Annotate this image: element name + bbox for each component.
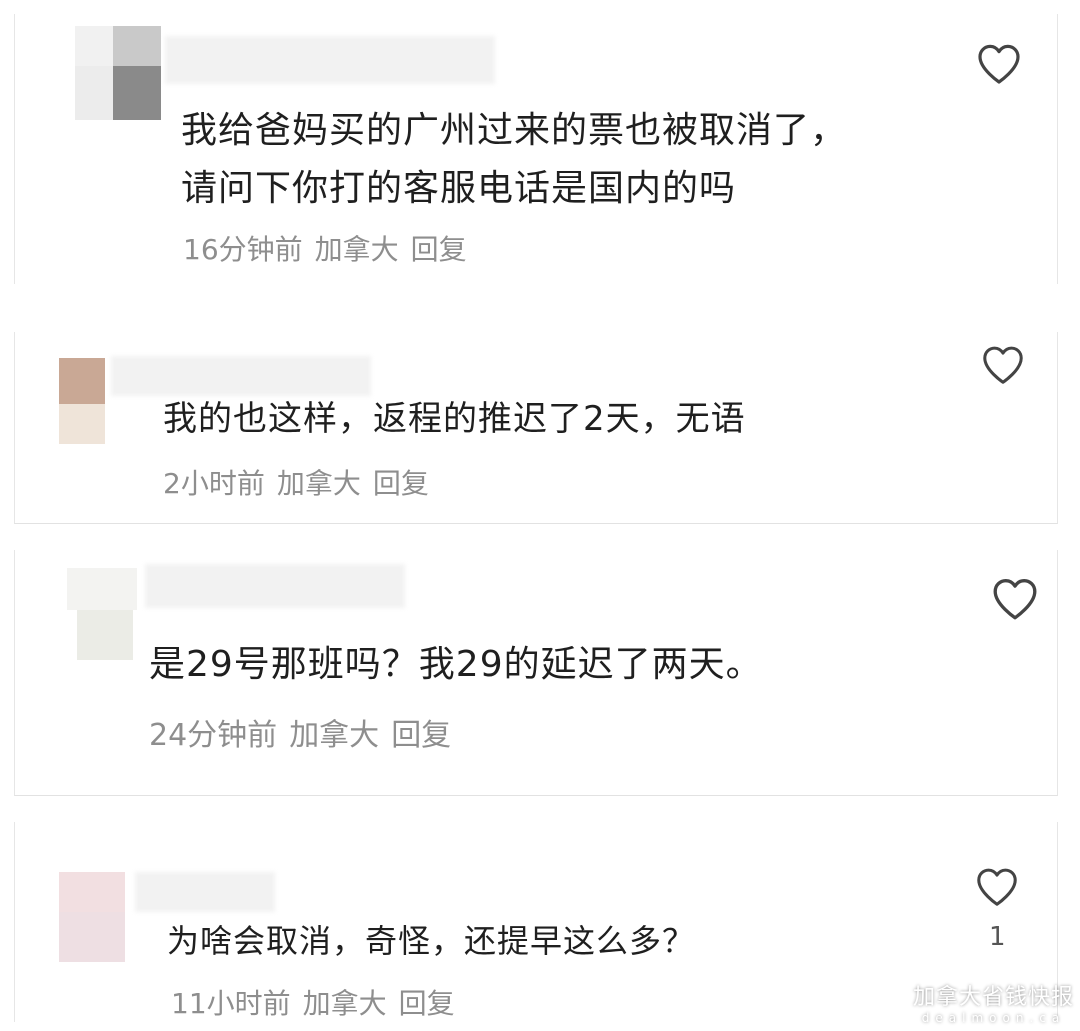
comment-text: 是29号那班吗？我29的延迟了两天。 — [149, 644, 763, 685]
watermark: 加拿大省钱快报 dealmoon.ca — [913, 979, 1074, 1025]
username-blurred[interactable] — [111, 356, 371, 396]
heart-icon[interactable] — [974, 40, 1024, 88]
reply-button[interactable]: 回复 — [391, 718, 451, 753]
comment-meta: 11小时前 加拿大 回复 — [171, 982, 467, 1022]
reply-button[interactable]: 回复 — [373, 467, 429, 500]
comment-card: 我的也这样，返程的推迟了2天，无语 2小时前 加拿大 回复 — [14, 332, 1058, 524]
watermark-sub: dealmoon.ca — [921, 1011, 1066, 1025]
comment-text: 我的也这样，返程的推迟了2天，无语 — [163, 399, 746, 439]
username-blurred[interactable] — [145, 564, 405, 608]
username-blurred[interactable] — [165, 36, 495, 84]
watermark-main: 加拿大省钱快报 — [912, 985, 1074, 1010]
username-blurred[interactable] — [135, 872, 275, 912]
comment-time: 11小时前 — [171, 987, 291, 1020]
comment-location: 加拿大 — [276, 467, 361, 500]
comment-time: 2小时前 — [163, 467, 265, 500]
reply-button[interactable]: 回复 — [399, 987, 455, 1020]
heart-icon[interactable] — [979, 342, 1027, 388]
comment-time: 24分钟前 — [149, 718, 278, 753]
avatar[interactable] — [59, 872, 125, 962]
heart-icon[interactable] — [989, 574, 1041, 624]
like-count: 1 — [989, 922, 1006, 952]
avatar[interactable] — [67, 568, 137, 660]
comment-card: 为啥会取消，奇怪，还提早这么多？ 11小时前 加拿大 回复 1 — [14, 822, 1058, 1022]
avatar[interactable] — [75, 26, 161, 120]
comment-location: 加拿大 — [289, 718, 380, 753]
comment-card: 是29号那班吗？我29的延迟了两天。 24分钟前 加拿大 回复 — [14, 550, 1058, 796]
reply-button[interactable]: 回复 — [411, 233, 467, 266]
comment-text-line: 我给爸妈买的广州过来的票也被取消了， — [181, 110, 848, 151]
comment-text: 为啥会取消，奇怪，还提早这么多？ — [167, 922, 696, 960]
avatar[interactable] — [59, 358, 105, 444]
comment-location: 加拿大 — [302, 987, 387, 1020]
comment-meta: 2小时前 加拿大 回复 — [163, 462, 441, 502]
comment-location: 加拿大 — [314, 233, 399, 266]
comment-text-line: 请问下你打的客服电话是国内的吗 — [181, 168, 737, 209]
comment-time: 16分钟前 — [183, 233, 303, 266]
comment-meta: 24分钟前 加拿大 回复 — [149, 710, 463, 754]
heart-icon[interactable] — [973, 864, 1021, 910]
comment-text: 我给爸妈买的广州过来的票也被取消了， 请问下你打的客服电话是国内的吗 — [181, 102, 847, 218]
comment-meta: 16分钟前 加拿大 回复 — [183, 228, 479, 268]
comment-card: 我给爸妈买的广州过来的票也被取消了， 请问下你打的客服电话是国内的吗 16分钟前… — [14, 14, 1058, 284]
